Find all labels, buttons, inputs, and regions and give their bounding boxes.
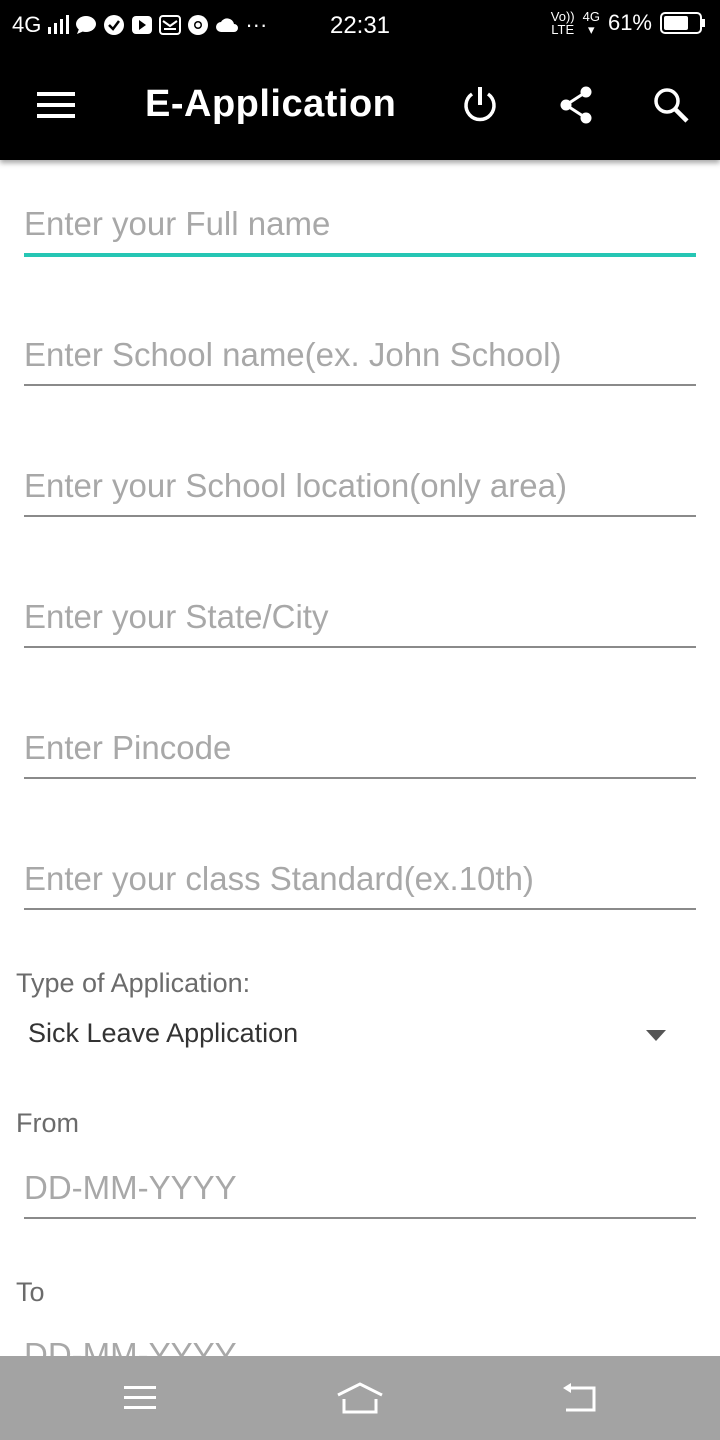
state-city-underline bbox=[24, 646, 696, 648]
menu-button[interactable] bbox=[31, 80, 81, 130]
from-label: From bbox=[16, 1108, 79, 1138]
school-location-field bbox=[24, 467, 696, 517]
battery-percent: 61% bbox=[607, 10, 652, 35]
class-standard-field bbox=[24, 860, 696, 910]
school-name-field bbox=[24, 336, 696, 386]
class-standard-underline bbox=[24, 908, 696, 910]
back-button[interactable] bbox=[550, 1376, 610, 1420]
application-type-dropdown[interactable]: Sick Leave Application bbox=[28, 1012, 678, 1062]
pincode-input[interactable] bbox=[24, 729, 696, 777]
status-right: Vo)) LTE 4G ▾ 61% bbox=[551, 10, 706, 36]
pincode-field bbox=[24, 729, 696, 779]
share-button[interactable] bbox=[551, 80, 601, 130]
state-city-input[interactable] bbox=[24, 598, 696, 646]
search-icon bbox=[654, 88, 689, 123]
back-icon bbox=[563, 1383, 596, 1412]
state-city-field bbox=[24, 598, 696, 648]
full-name-field bbox=[24, 205, 696, 257]
battery-icon bbox=[660, 12, 705, 34]
data-type-indicator: 4G ▾ bbox=[582, 9, 600, 37]
system-nav-bar bbox=[0, 1356, 720, 1440]
pincode-underline bbox=[24, 777, 696, 779]
app-bar: E-Application bbox=[0, 50, 720, 160]
school-name-underline bbox=[24, 384, 696, 386]
page-title: E-Application bbox=[145, 83, 397, 125]
application-type-label: Type of Application: bbox=[16, 968, 251, 998]
to-label: To bbox=[16, 1277, 45, 1307]
full-name-underline bbox=[24, 253, 696, 257]
school-location-input[interactable] bbox=[24, 467, 696, 515]
menu-icon bbox=[37, 92, 75, 118]
status-bar: 4G ··· 22:31 Vo)) LTE 4G ▾ 61% bbox=[0, 0, 720, 50]
search-button[interactable] bbox=[646, 80, 696, 130]
class-standard-input[interactable] bbox=[24, 860, 696, 908]
power-icon bbox=[464, 87, 496, 122]
from-date-underline bbox=[24, 1217, 696, 1219]
dropdown-arrow-icon bbox=[646, 1030, 666, 1041]
from-date-field bbox=[24, 1169, 696, 1219]
recents-menu-icon bbox=[124, 1386, 156, 1409]
from-date-input[interactable] bbox=[24, 1169, 696, 1217]
school-name-input[interactable] bbox=[24, 336, 696, 384]
home-icon bbox=[337, 1382, 383, 1414]
volte-indicator: Vo)) LTE bbox=[550, 9, 575, 37]
full-name-input[interactable] bbox=[24, 205, 696, 253]
application-type-value: Sick Leave Application bbox=[28, 1018, 299, 1048]
recents-button[interactable] bbox=[110, 1376, 170, 1420]
home-button[interactable] bbox=[330, 1376, 390, 1420]
power-button[interactable] bbox=[455, 80, 505, 130]
share-icon bbox=[560, 86, 592, 124]
school-location-underline bbox=[24, 515, 696, 517]
